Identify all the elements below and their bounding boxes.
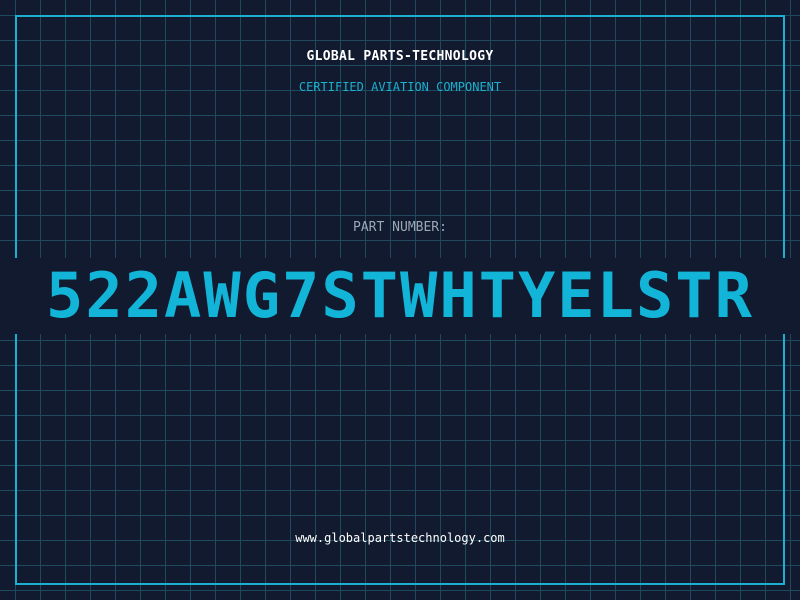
subtitle: CERTIFIED AVIATION COMPONENT [298, 80, 502, 94]
part-number-band: 522AWG7STWHTYELSTR [0, 258, 800, 334]
website-link[interactable]: www.globalpartstechnology.com [0, 531, 800, 545]
part-number-label: PART NUMBER: [353, 220, 447, 235]
part-number-value: 522AWG7STWHTYELSTR [46, 259, 754, 332]
label-page: GLOBAL PARTS-TECHNOLOGY CERTIFIED AVIATI… [0, 0, 800, 600]
company-name: GLOBAL PARTS-TECHNOLOGY [306, 49, 494, 64]
